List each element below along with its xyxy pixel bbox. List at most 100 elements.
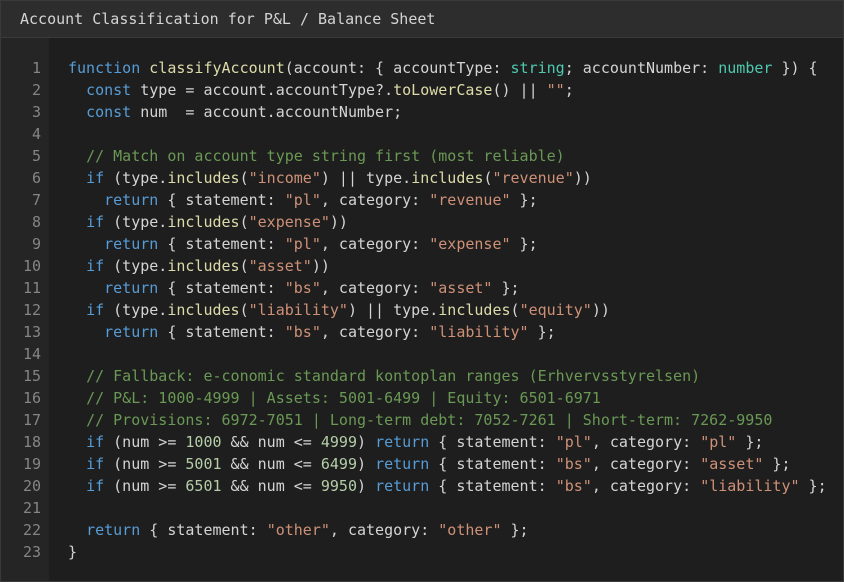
code-token: };	[492, 279, 520, 297]
line-number: 8	[31, 213, 41, 231]
line-number-gutter: 1 2 3 4 5 6 7 8 9 10 11 12 13 14 15 16 17 18 19 20 21 22 23	[1, 38, 49, 581]
code-line[interactable]: if (num >= 5001 && num <= 6499) return {…	[68, 453, 843, 475]
code-line[interactable]	[68, 343, 843, 365]
code-token: type = account.accountType?.	[131, 81, 394, 99]
code-token: };	[510, 235, 538, 253]
code-line[interactable]: const type = account.accountType?.toLowe…	[68, 79, 843, 101]
code-token: "asset"	[700, 455, 764, 473]
window-title-bar: Account Classification for P&L / Balance…	[1, 1, 843, 38]
code-line[interactable]: // Provisions: 6972-7051 | Long-term deb…	[68, 409, 843, 431]
code-token: };	[501, 521, 529, 539]
code-line[interactable]: if (type.includes("income") || type.incl…	[68, 167, 843, 189]
code-token: return	[86, 521, 141, 539]
line-number: 21	[22, 499, 41, 517]
code-token: };	[799, 477, 827, 495]
code-token: ) || type.	[320, 169, 412, 187]
code-token: "bs"	[284, 323, 321, 341]
code-token: "pl"	[700, 433, 737, 451]
code-line[interactable]: const num = account.accountNumber;	[68, 101, 843, 123]
code-token: "expense"	[248, 213, 330, 231]
code-token: num = account.accountNumber;	[131, 103, 403, 121]
line-number: 15	[22, 367, 41, 385]
code-line[interactable]: if (num >= 1000 && num <= 4999) return {…	[68, 431, 843, 453]
code-token: "bs"	[555, 455, 592, 473]
code-token: ""	[546, 81, 565, 99]
code-token: "pl"	[284, 235, 321, 253]
code-token: string	[510, 59, 565, 77]
line-number: 5	[31, 147, 41, 165]
code-window: Account Classification for P&L / Balance…	[0, 0, 844, 582]
code-line[interactable]: if (type.includes("expense"))	[68, 211, 843, 233]
line-number: 22	[22, 521, 41, 539]
code-token: includes	[167, 301, 240, 319]
line-number: 7	[31, 191, 41, 209]
code-line[interactable]: // Fallback: e-conomic standard kontopla…	[68, 365, 843, 387]
code-token: // Fallback: e-conomic standard kontopla…	[86, 367, 701, 385]
code-token: return	[375, 477, 430, 495]
line-number: 4	[31, 125, 41, 143]
code-token: 5001	[185, 455, 222, 473]
code-token: };	[736, 433, 764, 451]
code-token: 6501	[185, 477, 222, 495]
code-line[interactable]: // P&L: 1000-4999 | Assets: 5001-6499 | …	[68, 387, 843, 409]
code-token: if	[86, 213, 105, 231]
code-token: )	[357, 433, 376, 451]
code-token: (num >=	[104, 477, 186, 495]
code-token: // Provisions: 6972-7051 | Long-term deb…	[86, 411, 773, 429]
code-token: 1000	[185, 433, 222, 451]
code-token: && num <=	[221, 455, 321, 473]
code-line[interactable]: return { statement: "pl", category: "exp…	[68, 233, 843, 255]
code-token: classifyAccount	[149, 59, 285, 77]
code-token: if	[86, 477, 105, 495]
code-token: };	[763, 455, 791, 473]
code-line[interactable]	[68, 497, 843, 519]
line-number: 3	[31, 103, 41, 121]
code-line[interactable]: // Match on account type string first (m…	[68, 145, 843, 167]
code-line[interactable]: if (type.includes("liability") || type.i…	[68, 299, 843, 321]
code-token: { statement:	[429, 433, 556, 451]
code-line[interactable]: if (num >= 6501 && num <= 9950) return {…	[68, 475, 843, 497]
code-token: function	[68, 59, 141, 77]
line-number: 16	[22, 389, 41, 407]
code-line[interactable]	[68, 123, 843, 145]
code-line[interactable]: return { statement: "bs", category: "ass…	[68, 277, 843, 299]
code-token: (	[239, 301, 249, 319]
code-token: )	[357, 455, 376, 473]
code-line[interactable]: }	[68, 541, 843, 563]
code-token: (	[239, 257, 249, 275]
code-token: "liability"	[700, 477, 800, 495]
code-token: (num >=	[104, 455, 186, 473]
code-token: };	[528, 323, 556, 341]
code-line[interactable]: function classifyAccount(account: { acco…	[68, 57, 843, 79]
code-token: // Match on account type string first (m…	[86, 147, 565, 165]
line-number: 12	[22, 301, 41, 319]
code-token: "income"	[248, 169, 321, 187]
window-title: Account Classification for P&L / Balance…	[20, 10, 436, 28]
code-editor[interactable]: 1 2 3 4 5 6 7 8 9 10 11 12 13 14 15 16 17 18 19 20 21 22 23 fu…	[1, 38, 843, 581]
code-token: "revenue"	[492, 169, 574, 187]
code-token: ))	[573, 169, 592, 187]
code-token: };	[510, 191, 538, 209]
code-token: (num >=	[104, 433, 186, 451]
code-token: && num <=	[221, 433, 321, 451]
code-token: }) {	[772, 59, 818, 77]
code-line[interactable]: return { statement: "other", category: "…	[68, 519, 843, 541]
code-token: toLowerCase	[393, 81, 493, 99]
code-token: )	[357, 477, 376, 495]
line-number: 11	[22, 279, 41, 297]
code-line[interactable]: return { statement: "pl", category: "rev…	[68, 189, 843, 211]
code-token: (	[239, 169, 249, 187]
line-number: 18	[22, 433, 41, 451]
code-line[interactable]: return { statement: "bs", category: "lia…	[68, 321, 843, 343]
code-area[interactable]: function classifyAccount(account: { acco…	[49, 38, 843, 581]
code-token: includes	[167, 169, 240, 187]
code-token: (	[239, 213, 249, 231]
code-line[interactable]: if (type.includes("asset"))	[68, 255, 843, 277]
